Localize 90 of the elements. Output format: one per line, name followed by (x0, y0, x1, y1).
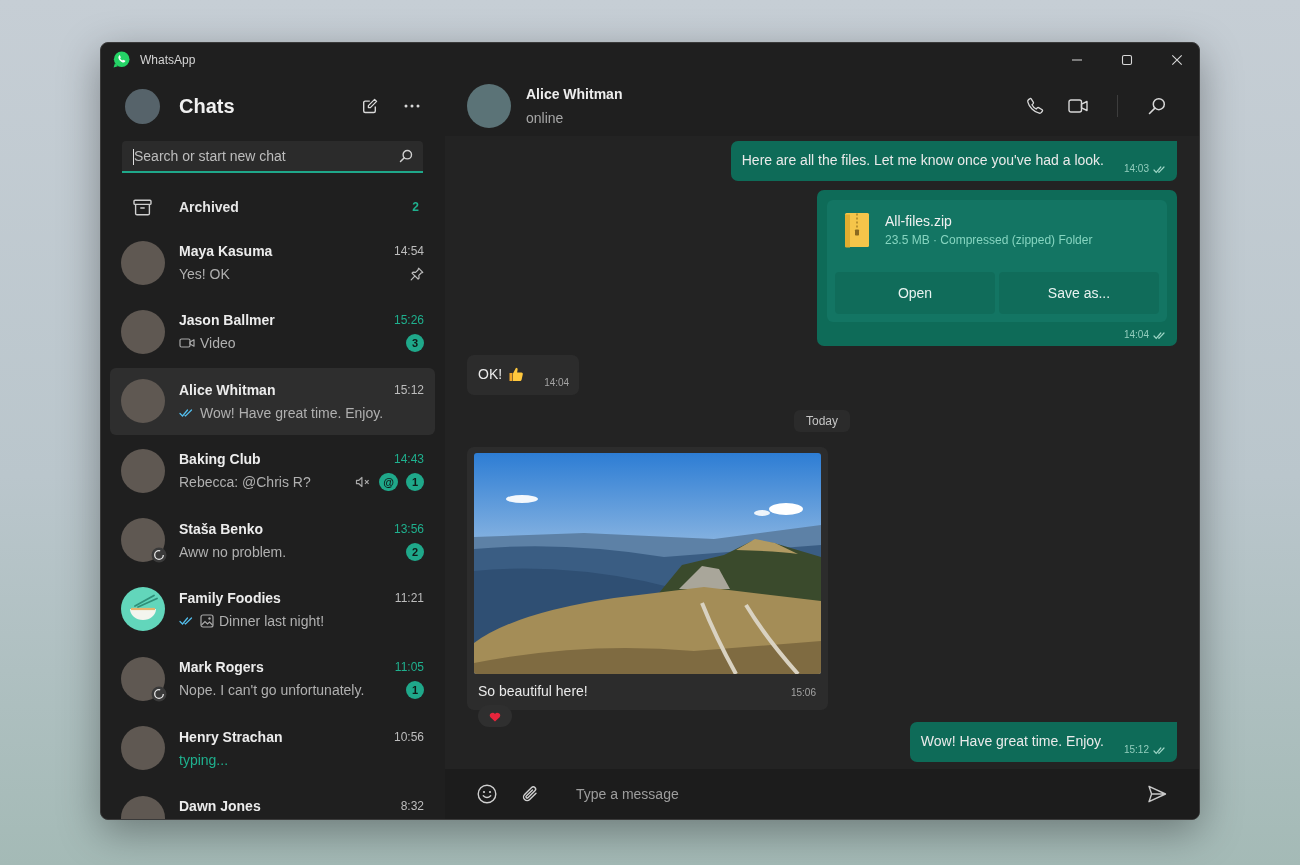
video-camera-icon[interactable] (1068, 99, 1088, 113)
chat-time: 8:32 (400, 799, 424, 814)
send-icon[interactable] (1147, 784, 1167, 804)
image-caption: So beautiful here! (478, 682, 588, 701)
chat-logo-icon (113, 51, 130, 68)
message-text: Here are all the files. Let me know once you've had a look. (741, 151, 1104, 170)
chat-time: 11:21 (394, 590, 424, 605)
contact-name: Alice Whitman (179, 381, 276, 398)
chat-time: 15:26 (393, 313, 424, 328)
file-action-button[interactable]: Save as... (999, 272, 1159, 314)
close-icon[interactable] (1171, 53, 1183, 66)
message-input[interactable]: Type a message (576, 779, 1147, 809)
chat-list-item[interactable]: Maya Kasuma 14:54 Yes! OK (110, 229, 435, 296)
archived-count: 2 (412, 200, 419, 214)
unread-count-badge: 3 (406, 334, 424, 353)
image-icon (200, 613, 214, 628)
landscape-drawing[interactable] (474, 453, 821, 674)
window-title: WhatsApp (140, 52, 196, 67)
file-action-button[interactable]: Open (835, 272, 995, 314)
avatar-placeholder (121, 240, 165, 285)
paperclip-icon[interactable] (521, 785, 539, 803)
chat-time: 14:43 (393, 452, 424, 467)
file-details: 23.5 MB · Compressed (zipped) Folder (885, 232, 1093, 248)
archived-label[interactable]: Archived (179, 199, 239, 215)
message-preview: Nope. I can't go unfortunately. (179, 682, 365, 699)
phone-icon[interactable] (1026, 97, 1044, 115)
file-name: All-files.zip (885, 212, 953, 230)
chat-list-item[interactable]: Jason Ballmer 15:26 Video 3 (110, 298, 435, 366)
contact-name: Alice Whitman (526, 85, 623, 104)
avatar-placeholder[interactable] (467, 84, 511, 128)
message-preview: Aww no problem. (179, 543, 287, 560)
search-icon[interactable] (399, 149, 413, 163)
contact-name: Henry Strachan (179, 728, 283, 745)
date-chip: Today (794, 410, 850, 432)
contact-name: Dawn Jones (179, 798, 261, 815)
chat-list-item[interactable]: Staša Benko 13:56 Aww no problem. 2 (110, 506, 435, 574)
message-preview: Dinner last night! (219, 612, 325, 629)
unread-count-badge: 1 (406, 473, 424, 492)
smiley-icon[interactable] (477, 784, 497, 804)
chat-time: 15:12 (393, 382, 424, 397)
contact-name: Jason Ballmer (179, 312, 275, 329)
unread-count-badge: 1 (406, 681, 424, 700)
message-time: 14:03 (1123, 163, 1149, 175)
search-icon[interactable] (1148, 97, 1166, 115)
message-text: OK! (478, 365, 503, 384)
contact-name: Mark Rogers (179, 659, 264, 676)
message-preview: Yes! OK (179, 266, 230, 282)
chat-time: 14:54 (393, 244, 424, 258)
chat-list-item[interactable]: Baking Club 14:43 Rebecca: @Chris R? @ 1 (110, 437, 435, 505)
bowl-avatar-icon (121, 587, 165, 632)
message-text: Wow! Have great time. Enjoy. (920, 732, 1104, 751)
chat-list-item[interactable]: Alice Whitman 15:12 Wow! Have great time. Enjoy. (110, 367, 435, 435)
chat-list-item[interactable]: Henry Strachan 10:56 typing... (110, 714, 435, 782)
avatar-placeholder (121, 726, 165, 771)
chat-list-item[interactable]: Dawn Jones 8:32 (110, 784, 435, 819)
chat-time: 13:56 (393, 521, 424, 536)
avatar-placeholder (121, 448, 165, 493)
message-time: 14:04 (544, 377, 570, 389)
message-preview: Video (200, 335, 236, 352)
sidebar-heading: Chats (179, 94, 235, 118)
contact-name: Family Foodies (179, 589, 281, 606)
pencil-square-icon[interactable] (362, 98, 378, 114)
message-preview: Wow! Have great time. Enjoy. (200, 404, 384, 421)
message-preview: Rebecca: @Chris R? (179, 474, 311, 491)
avatar-placeholder (121, 379, 165, 424)
mention-badge: @ (379, 473, 398, 492)
chat-list-item[interactable]: Family Foodies 11:21 Dinner last night! (110, 575, 435, 643)
maximize-icon[interactable] (1121, 53, 1133, 66)
contact-name: Staša Benko (179, 520, 264, 537)
avatar-placeholder (121, 656, 165, 701)
message-time: 15:06 (790, 687, 816, 699)
chat-time: 10:56 (393, 729, 424, 744)
archive-box-icon[interactable] (133, 198, 152, 216)
unread-count-badge: 2 (406, 542, 424, 561)
message-time: 15:12 (1123, 744, 1149, 756)
text-cursor (133, 149, 134, 165)
contact-name: Maya Kasuma (179, 243, 273, 259)
zip-folder-icon (844, 212, 870, 248)
typing-indicator: typing... (179, 751, 229, 768)
more-icon[interactable] (404, 104, 420, 108)
avatar-placeholder (121, 518, 165, 563)
message-time: 14:04 (1123, 329, 1149, 341)
video-camera-icon (179, 337, 195, 350)
avatar-placeholder (121, 309, 165, 354)
search-field[interactable]: Search or start new chat (122, 141, 423, 173)
chat-time: 11:05 (394, 660, 424, 675)
avatar-placeholder[interactable] (125, 88, 160, 124)
contact-name: Baking Club (179, 451, 261, 468)
chat-list-item[interactable]: Mark Rogers 11:05 Nope. I can't go unfortunately. 1 (110, 645, 435, 713)
contact-status: online (526, 109, 565, 128)
